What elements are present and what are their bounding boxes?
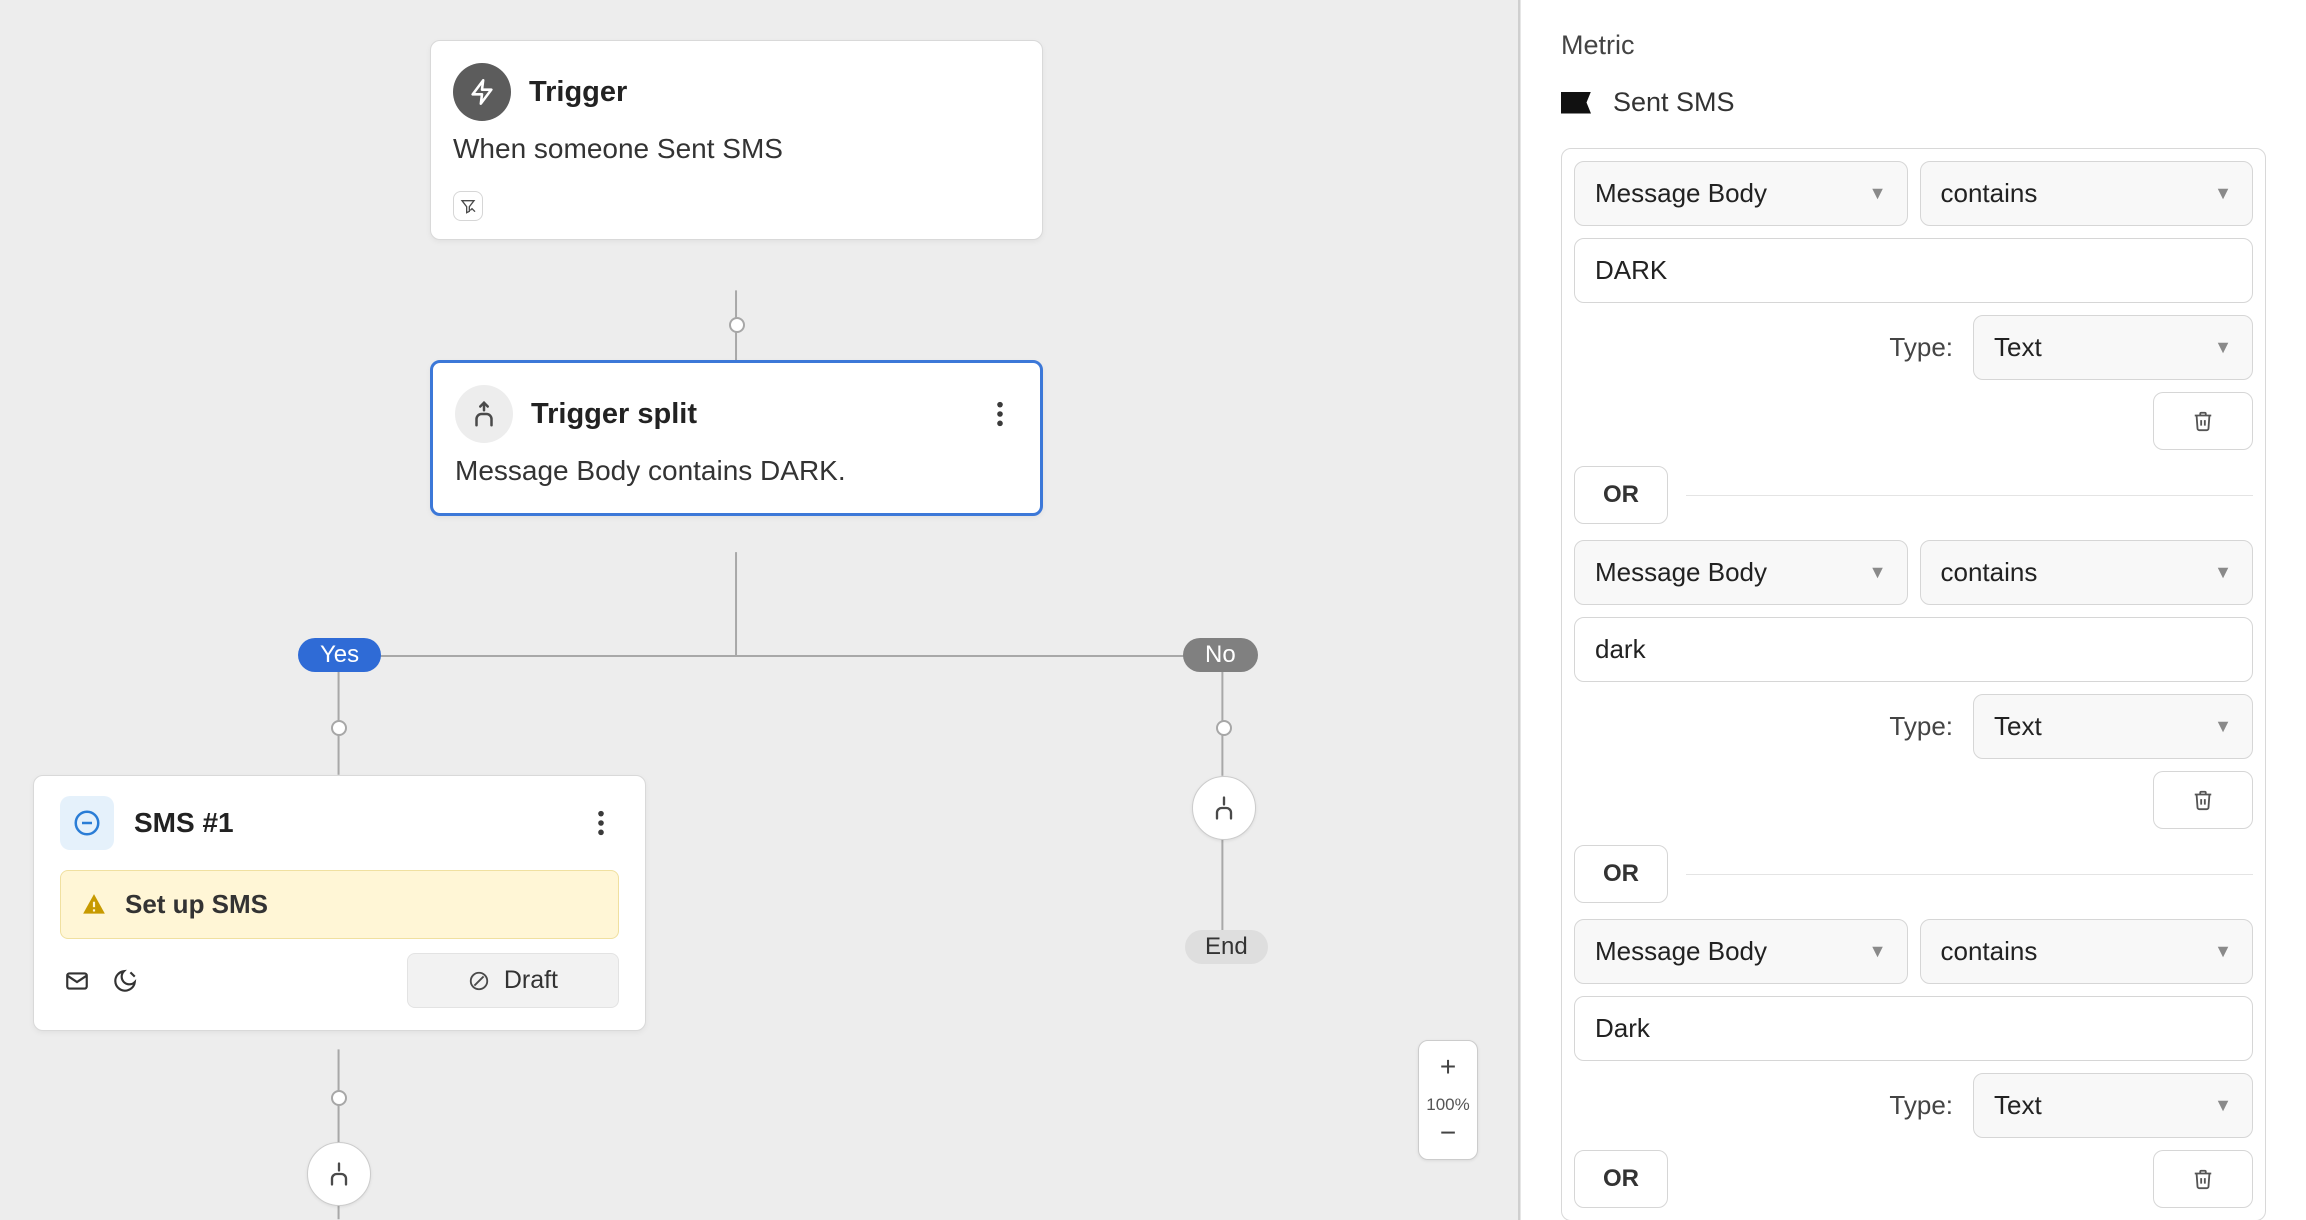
chevron-down-icon: ▼ xyxy=(2214,716,2232,737)
trigger-split-node[interactable]: Trigger split Message Body contains DARK… xyxy=(430,360,1043,516)
operator-select[interactable]: contains ▼ xyxy=(1920,540,2254,605)
delete-condition-button[interactable] xyxy=(2153,1150,2253,1208)
type-label: Type: xyxy=(1889,332,1953,363)
status-badge[interactable]: Draft xyxy=(407,953,619,1008)
trigger-filter-icon[interactable] xyxy=(453,191,483,221)
trash-icon xyxy=(2192,1167,2214,1191)
trash-icon xyxy=(2192,788,2214,812)
chevron-down-icon: ▼ xyxy=(2214,183,2232,204)
quiet-hours-icon[interactable] xyxy=(108,964,142,998)
zoom-in-button[interactable]: + xyxy=(1419,1041,1477,1093)
delete-condition-button[interactable] xyxy=(2153,771,2253,829)
or-separator[interactable]: OR xyxy=(1574,466,1668,524)
trigger-title: Trigger xyxy=(529,76,627,109)
split-icon xyxy=(455,385,513,443)
add-split-button[interactable] xyxy=(1192,776,1256,840)
dimension-select[interactable]: Message Body ▼ xyxy=(1574,919,1908,984)
chevron-down-icon: ▼ xyxy=(2214,337,2232,358)
connector-dot[interactable] xyxy=(729,317,745,333)
details-panel: Metric Sent SMS Message Body ▼ contains … xyxy=(1520,0,2306,1220)
operator-select[interactable]: contains ▼ xyxy=(1920,919,2254,984)
metric-name: Sent SMS xyxy=(1613,87,1735,118)
zoom-control: + 100% − xyxy=(1418,1040,1478,1160)
sms-icon xyxy=(60,796,114,850)
metric-section-label: Metric xyxy=(1561,30,2266,61)
trash-icon xyxy=(2192,409,2214,433)
trigger-split-description: Message Body contains DARK. xyxy=(433,455,1040,513)
chevron-down-icon: ▼ xyxy=(1869,941,1887,962)
dimension-select[interactable]: Message Body ▼ xyxy=(1574,161,1908,226)
trigger-node[interactable]: Trigger When someone Sent SMS xyxy=(430,40,1043,240)
criteria-box: Message Body ▼ contains ▼ DARK Type: Tex… xyxy=(1561,148,2266,1220)
email-icon[interactable] xyxy=(60,964,94,998)
lightning-icon xyxy=(453,63,511,121)
metric-flag-icon xyxy=(1561,92,1591,114)
value-input[interactable]: DARK xyxy=(1574,238,2253,303)
chevron-down-icon: ▼ xyxy=(2214,1095,2232,1116)
delete-condition-button[interactable] xyxy=(2153,392,2253,450)
zoom-out-button[interactable]: − xyxy=(1419,1117,1477,1159)
trigger-description: When someone Sent SMS xyxy=(431,133,1042,191)
type-label: Type: xyxy=(1889,711,1953,742)
value-input[interactable]: Dark xyxy=(1574,996,2253,1061)
chevron-down-icon: ▼ xyxy=(2214,941,2232,962)
sms-title: SMS #1 xyxy=(134,807,234,839)
flow-canvas[interactable]: Trigger When someone Sent SMS Trigger sp… xyxy=(0,0,1520,1220)
path-end-label: End xyxy=(1185,930,1268,964)
dimension-select[interactable]: Message Body ▼ xyxy=(1574,540,1908,605)
chevron-down-icon: ▼ xyxy=(1869,562,1887,583)
type-select[interactable]: Text ▼ xyxy=(1973,1073,2253,1138)
sms-node[interactable]: SMS #1 Set up SMS Draft xyxy=(33,775,646,1031)
draft-icon xyxy=(468,970,490,992)
trigger-split-title: Trigger split xyxy=(531,398,697,431)
node-menu-button[interactable] xyxy=(982,396,1018,432)
type-select[interactable]: Text ▼ xyxy=(1973,315,2253,380)
value-input[interactable]: dark xyxy=(1574,617,2253,682)
connector-dot[interactable] xyxy=(1216,720,1232,736)
node-menu-button[interactable] xyxy=(583,805,619,841)
metric-row[interactable]: Sent SMS xyxy=(1561,87,2266,118)
zoom-level: 100% xyxy=(1426,1093,1469,1117)
connector-dot[interactable] xyxy=(331,720,347,736)
warning-icon xyxy=(81,892,107,918)
status-text: Draft xyxy=(504,966,558,995)
path-label-yes: Yes xyxy=(298,638,381,672)
connector-dot[interactable] xyxy=(331,1090,347,1106)
chevron-down-icon: ▼ xyxy=(1869,183,1887,204)
sms-warning-text: Set up SMS xyxy=(125,889,268,920)
operator-select[interactable]: contains ▼ xyxy=(1920,161,2254,226)
add-split-button[interactable] xyxy=(307,1142,371,1206)
or-separator[interactable]: OR xyxy=(1574,845,1668,903)
add-or-button[interactable]: OR xyxy=(1574,1150,1668,1208)
sms-setup-warning[interactable]: Set up SMS xyxy=(60,870,619,939)
path-label-no: No xyxy=(1183,638,1258,672)
type-label: Type: xyxy=(1889,1090,1953,1121)
chevron-down-icon: ▼ xyxy=(2214,562,2232,583)
type-select[interactable]: Text ▼ xyxy=(1973,694,2253,759)
